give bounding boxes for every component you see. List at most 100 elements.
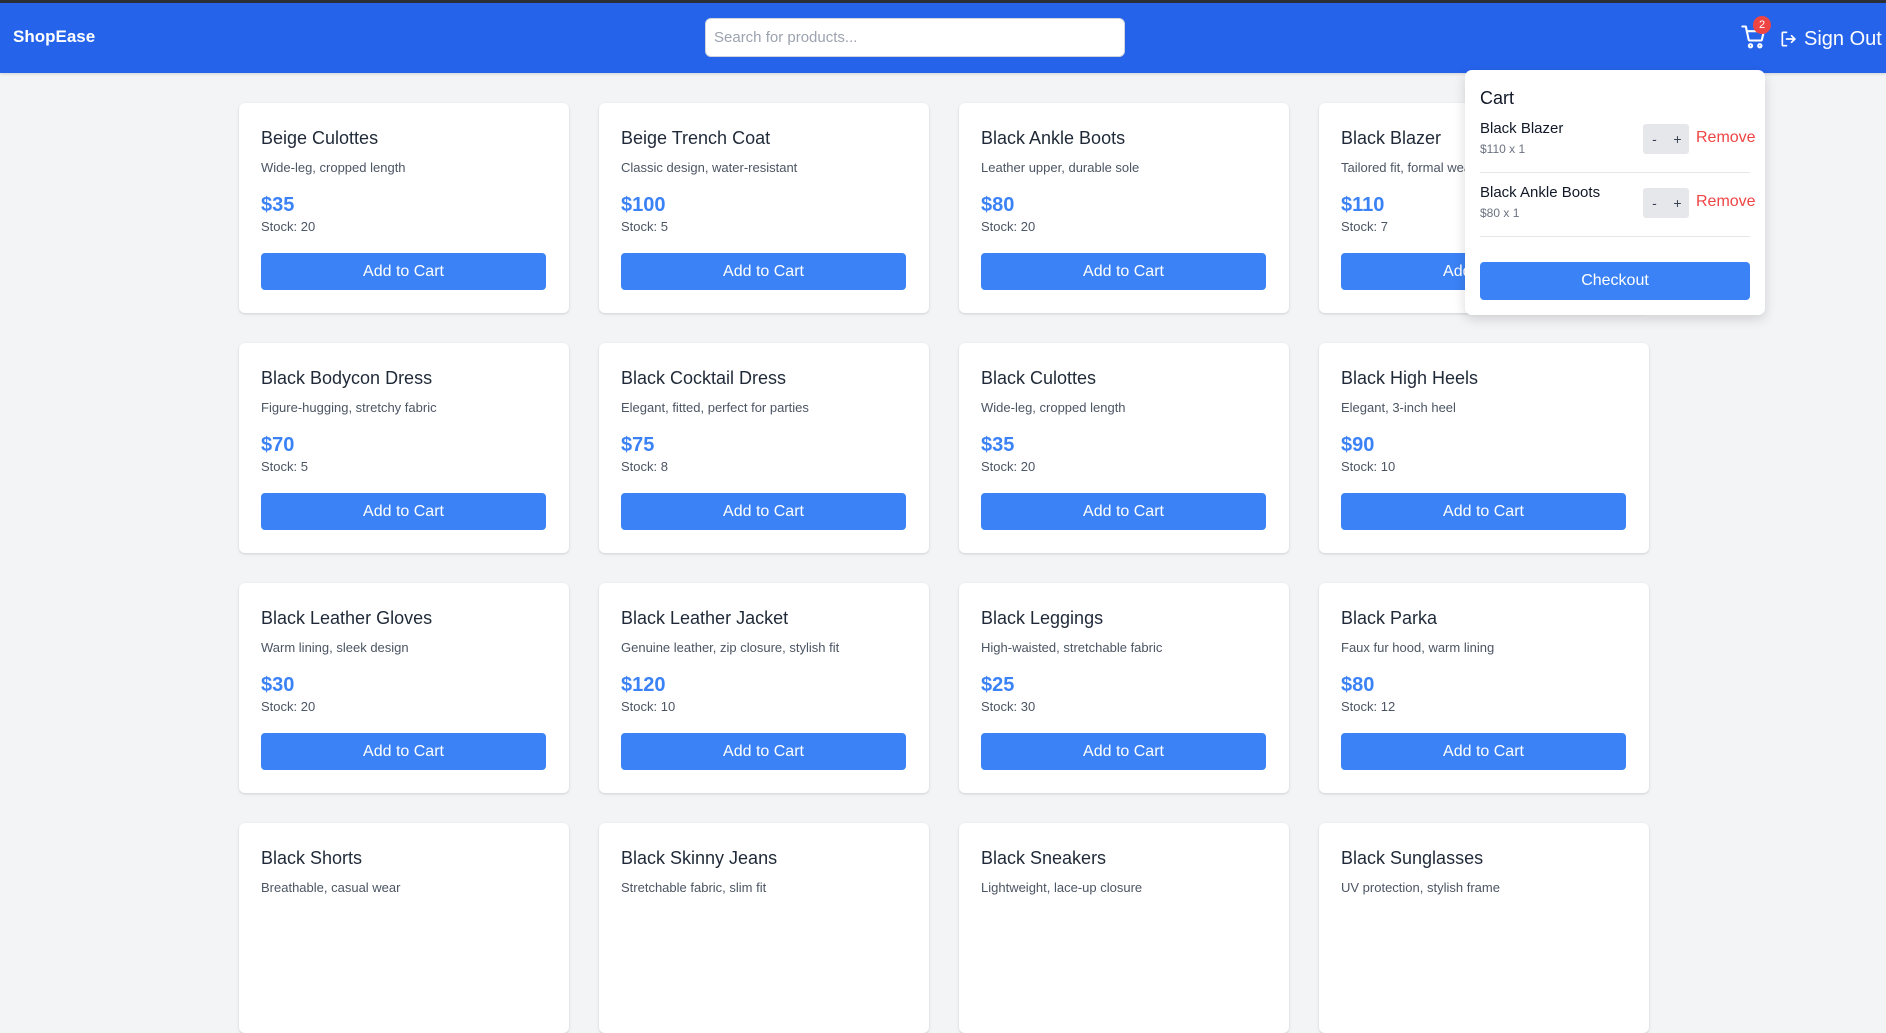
product-card: Black Sneakers Lightweight, lace-up clos… xyxy=(959,823,1289,1033)
product-card: Beige Trench Coat Classic design, water-… xyxy=(599,103,929,313)
product-name: Black Leather Jacket xyxy=(621,608,789,628)
product-price: $75 xyxy=(621,434,655,456)
increase-quantity-button[interactable]: + xyxy=(1666,188,1689,218)
cart-item-name: Black Ankle Boots xyxy=(1480,184,1601,201)
product-stock: Stock: 10 xyxy=(1341,459,1396,474)
sign-out-label: Sign Out xyxy=(1804,27,1882,50)
product-stock: Stock: 20 xyxy=(261,219,316,234)
add-to-cart-button[interactable]: Add to Cart xyxy=(261,253,546,290)
add-to-cart-button[interactable]: Add to Cart xyxy=(621,733,906,770)
remove-item-button[interactable]: Remove xyxy=(1696,129,1756,147)
add-to-cart-button[interactable]: Add to Cart xyxy=(261,733,546,770)
product-price: $80 xyxy=(981,194,1015,216)
quantity-stepper: - + xyxy=(1643,188,1689,218)
product-card: Black Ankle Boots Leather upper, durable… xyxy=(959,103,1289,313)
product-stock: Stock: 20 xyxy=(981,219,1036,234)
sign-out-button[interactable]: Sign Out xyxy=(1779,27,1882,51)
product-price: $30 xyxy=(261,674,295,696)
product-card: Black Culottes Wide-leg, cropped length … xyxy=(959,343,1289,553)
product-price: $100 xyxy=(621,194,666,216)
product-description: UV protection, stylish frame xyxy=(1341,880,1500,895)
product-description: Breathable, casual wear xyxy=(261,880,401,895)
product-description: Stretchable fabric, slim fit xyxy=(621,880,767,895)
product-card: Beige Culottes Wide-leg, cropped length … xyxy=(239,103,569,313)
product-card: Black Leggings High-waisted, stretchable… xyxy=(959,583,1289,793)
cart-item: Black Ankle Boots $80 x 1 - + Remove xyxy=(1480,173,1756,237)
cart-item-price-qty: $80 x 1 xyxy=(1480,206,1520,220)
cart-item-price-qty: $110 x 1 xyxy=(1480,142,1526,156)
add-to-cart-button[interactable]: Add to Cart xyxy=(981,253,1266,290)
product-grid: Beige Culottes Wide-leg, cropped length … xyxy=(239,103,1649,1033)
product-stock: Stock: 20 xyxy=(981,459,1036,474)
decrease-quantity-button[interactable]: - xyxy=(1643,124,1666,154)
brand-logo[interactable]: ShopEase xyxy=(13,27,95,47)
cart-count-badge: 2 xyxy=(1753,16,1771,34)
quantity-stepper: - + xyxy=(1643,124,1689,154)
add-to-cart-button[interactable]: Add to Cart xyxy=(1341,733,1626,770)
add-to-cart-button[interactable]: Add to Cart xyxy=(621,253,906,290)
product-price: $35 xyxy=(981,434,1015,456)
product-description: Warm lining, sleek design xyxy=(261,640,409,655)
product-name: Black Skinny Jeans xyxy=(621,848,778,868)
product-name: Black High Heels xyxy=(1341,368,1479,388)
cart-dropdown: Cart Black Blazer $110 x 1 - + Remove Bl… xyxy=(1465,70,1765,315)
product-price: $70 xyxy=(261,434,295,456)
product-stock: Stock: 30 xyxy=(981,699,1036,714)
add-to-cart-button[interactable]: Add to Cart xyxy=(621,493,906,530)
product-name: Black Cocktail Dress xyxy=(621,368,787,388)
product-description: Genuine leather, zip closure, stylish fi… xyxy=(621,640,840,655)
cart-item: Black Blazer $110 x 1 - + Remove xyxy=(1480,109,1756,173)
product-description: Elegant, fitted, perfect for parties xyxy=(621,400,809,415)
product-description: Faux fur hood, warm lining xyxy=(1341,640,1495,655)
product-name: Beige Culottes xyxy=(261,128,379,148)
product-name: Beige Trench Coat xyxy=(621,128,771,148)
product-card: Black Skinny Jeans Stretchable fabric, s… xyxy=(599,823,929,1033)
product-description: Classic design, water-resistant xyxy=(621,160,798,175)
product-description: Figure-hugging, stretchy fabric xyxy=(261,400,437,415)
add-to-cart-button[interactable]: Add to Cart xyxy=(981,493,1266,530)
product-name: Black Ankle Boots xyxy=(981,128,1126,148)
product-card: Black Cocktail Dress Elegant, fitted, pe… xyxy=(599,343,929,553)
product-card: Black Parka Faux fur hood, warm lining $… xyxy=(1319,583,1649,793)
product-description: Wide-leg, cropped length xyxy=(261,160,406,175)
add-to-cart-button[interactable]: Add to Cart xyxy=(981,733,1266,770)
increase-quantity-button[interactable]: + xyxy=(1666,124,1689,154)
product-card: Black Bodycon Dress Figure-hugging, stre… xyxy=(239,343,569,553)
product-name: Black Leggings xyxy=(981,608,1104,628)
add-to-cart-button[interactable]: Add to Cart xyxy=(1341,493,1626,530)
search-input[interactable] xyxy=(705,18,1125,57)
product-price: $25 xyxy=(981,674,1015,696)
product-card: Black Sunglasses UV protection, stylish … xyxy=(1319,823,1649,1033)
product-description: Leather upper, durable sole xyxy=(981,160,1140,175)
product-stock: Stock: 5 xyxy=(261,459,308,474)
product-price: $120 xyxy=(621,674,666,696)
product-stock: Stock: 8 xyxy=(621,459,668,474)
product-description: Lightweight, lace-up closure xyxy=(981,880,1143,895)
product-card: Black Leather Gloves Warm lining, sleek … xyxy=(239,583,569,793)
product-name: Black Leather Gloves xyxy=(261,608,433,628)
product-price: $80 xyxy=(1341,674,1375,696)
decrease-quantity-button[interactable]: - xyxy=(1643,188,1666,218)
product-price: $90 xyxy=(1341,434,1375,456)
product-stock: Stock: 5 xyxy=(621,219,668,234)
product-name: Black Bodycon Dress xyxy=(261,368,433,388)
cart-item-name: Black Blazer xyxy=(1480,120,1564,137)
product-description: Elegant, 3-inch heel xyxy=(1341,400,1456,415)
product-card: Black Leather Jacket Genuine leather, zi… xyxy=(599,583,929,793)
product-stock: Stock: 10 xyxy=(621,699,676,714)
product-description: Wide-leg, cropped length xyxy=(981,400,1126,415)
checkout-button[interactable]: Checkout xyxy=(1480,262,1750,300)
product-name: Black Culottes xyxy=(981,368,1097,388)
product-name: Black Sneakers xyxy=(981,848,1107,868)
product-name: Black Sunglasses xyxy=(1341,848,1484,868)
top-navbar: ShopEase 2 Sign Out xyxy=(0,3,1886,73)
product-name: Black Parka xyxy=(1341,608,1438,628)
sign-out-icon xyxy=(1781,31,1796,47)
remove-item-button[interactable]: Remove xyxy=(1696,193,1756,211)
product-card: Black High Heels Elegant, 3-inch heel $9… xyxy=(1319,343,1649,553)
cart-title: Cart xyxy=(1480,88,1515,108)
product-description: High-waisted, stretchable fabric xyxy=(981,640,1163,655)
add-to-cart-button[interactable]: Add to Cart xyxy=(261,493,546,530)
product-name: Black Shorts xyxy=(261,848,363,868)
product-card: Black Shorts Breathable, casual wear xyxy=(239,823,569,1033)
